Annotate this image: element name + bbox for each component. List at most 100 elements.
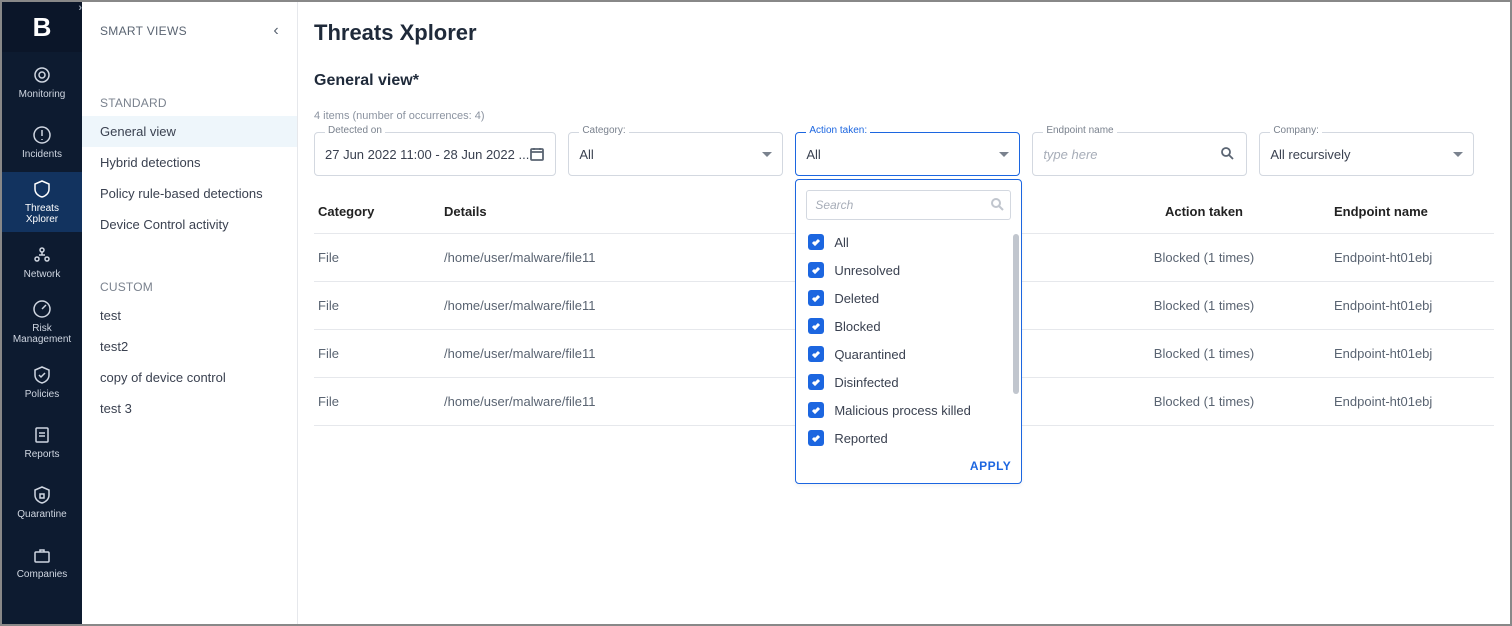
checkbox-checked-icon: [808, 262, 824, 278]
dropdown-option-blocked[interactable]: Blocked: [806, 312, 1009, 340]
filter-label: Detected on: [325, 125, 385, 136]
nav-label: Incidents: [22, 149, 62, 160]
sv-section-standard: STANDARD: [82, 86, 297, 116]
nav-threats-xplorer[interactable]: Threats Xplorer: [2, 172, 82, 232]
search-icon: [990, 197, 1004, 211]
calendar-icon: [529, 146, 545, 162]
cell-category: File: [314, 298, 444, 313]
brand-logo-letter: B: [33, 12, 52, 43]
option-label: Disinfected: [834, 375, 898, 390]
nav-policies[interactable]: Policies: [2, 352, 82, 412]
nav-reports[interactable]: Reports: [2, 412, 82, 472]
option-label: Deleted: [834, 291, 879, 306]
filter-detected-on[interactable]: Detected on 27 Jun 2022 11:00 - 28 Jun 2…: [314, 132, 556, 176]
filter-value: All: [806, 147, 993, 162]
nav-risk-management[interactable]: Risk Management: [2, 292, 82, 352]
sv-item-hybrid-detections[interactable]: Hybrid detections: [82, 147, 297, 178]
nav-label: Quarantine: [17, 509, 66, 520]
option-label: Unresolved: [834, 263, 900, 278]
smartviews-sidebar: SMART VIEWS ‹ STANDARD General view Hybr…: [82, 2, 298, 624]
option-label: Quarantined: [834, 347, 906, 362]
nav-monitoring[interactable]: Monitoring: [2, 52, 82, 112]
nav-companies[interactable]: Companies: [2, 532, 82, 592]
dropdown-option-quarantined[interactable]: Quarantined: [806, 340, 1009, 368]
filter-action-taken[interactable]: Action taken: All All Unresolved: [795, 132, 1020, 176]
option-label: Malicious process killed: [834, 403, 971, 418]
collapse-sidebar-icon[interactable]: ‹: [273, 22, 279, 40]
page-title: Threats Xplorer: [314, 20, 1494, 46]
option-label: All: [834, 235, 848, 250]
dropdown-option-malicious-process-killed[interactable]: Malicious process killed: [806, 396, 1009, 424]
nav-label: Network: [24, 269, 61, 280]
nav-label: Companies: [17, 569, 68, 580]
sv-item-copy-device-control[interactable]: copy of device control: [82, 362, 297, 393]
smartviews-title: SMART VIEWS: [100, 24, 187, 38]
dropdown-option-deleted[interactable]: Deleted: [806, 284, 1009, 312]
chevron-down-icon: [999, 152, 1009, 157]
checkbox-checked-icon: [808, 430, 824, 446]
cell-endpoint: Endpoint-ht01ebj: [1334, 394, 1494, 409]
option-label: Reported: [834, 431, 887, 446]
dropdown-option-list: All Unresolved Deleted Blocked: [806, 228, 1011, 452]
checkbox-checked-icon: [808, 402, 824, 418]
chevron-down-icon: [1453, 152, 1463, 157]
cell-action-taken: Blocked (1 times): [1074, 394, 1334, 409]
checkbox-checked-icon: [808, 290, 824, 306]
checkbox-checked-icon: [808, 234, 824, 250]
cell-endpoint: Endpoint-ht01ebj: [1334, 346, 1494, 361]
filter-value: All recursively: [1270, 147, 1447, 162]
action-taken-dropdown: All Unresolved Deleted Blocked: [795, 179, 1022, 484]
alert-icon: [32, 125, 52, 145]
nav-incidents[interactable]: Incidents: [2, 112, 82, 172]
cell-endpoint: Endpoint-ht01ebj: [1334, 250, 1494, 265]
sv-item-test[interactable]: test: [82, 300, 297, 331]
checkbox-checked-icon: [808, 318, 824, 334]
main-content: Threats Xplorer General view* 4 items (n…: [298, 2, 1510, 624]
dropdown-option-all[interactable]: All: [806, 228, 1009, 256]
option-label: Blocked: [834, 319, 880, 334]
apply-button[interactable]: APPLY: [970, 459, 1011, 473]
sv-item-policy-rule-detections[interactable]: Policy rule-based detections: [82, 178, 297, 209]
filter-placeholder: type here: [1043, 147, 1220, 162]
cell-action-taken: Blocked (1 times): [1074, 250, 1334, 265]
results-count: 4 items (number of occurrences: 4): [314, 110, 1494, 122]
filter-company[interactable]: Company: All recursively: [1259, 132, 1474, 176]
scrollbar-thumb[interactable]: [1013, 234, 1019, 394]
rail-expand-chevron-icon[interactable]: ›: [78, 2, 82, 14]
filter-label: Company:: [1270, 125, 1322, 136]
filter-label: Endpoint name: [1043, 125, 1116, 136]
dropdown-option-unresolved[interactable]: Unresolved: [806, 256, 1009, 284]
sv-item-general-view[interactable]: General view: [82, 116, 297, 147]
network-icon: [32, 245, 52, 265]
filter-value: 27 Jun 2022 11:00 - 28 Jun 2022 ...: [325, 147, 529, 162]
search-icon: [1220, 146, 1236, 162]
cell-action-taken: Blocked (1 times): [1074, 298, 1334, 313]
shield-icon: [32, 179, 52, 199]
sv-item-test2[interactable]: test2: [82, 331, 297, 362]
view-title: General view*: [314, 72, 1494, 90]
nav-label: Reports: [24, 449, 59, 460]
column-header-endpoint-name[interactable]: Endpoint name: [1334, 204, 1494, 219]
sv-item-device-control[interactable]: Device Control activity: [82, 209, 297, 240]
gauge-icon: [32, 299, 52, 319]
cell-category: File: [314, 250, 444, 265]
nav-label: Risk Management: [13, 323, 71, 345]
nav-quarantine[interactable]: Quarantine: [2, 472, 82, 532]
column-header-category[interactable]: Category: [314, 204, 444, 219]
filter-category[interactable]: Category: All: [568, 132, 783, 176]
cell-action-taken: Blocked (1 times): [1074, 346, 1334, 361]
dropdown-search-input[interactable]: [806, 190, 1011, 220]
nav-network[interactable]: Network: [2, 232, 82, 292]
dropdown-option-disinfected[interactable]: Disinfected: [806, 368, 1009, 396]
nav-label: Monitoring: [19, 89, 66, 100]
filter-bar: Detected on 27 Jun 2022 11:00 - 28 Jun 2…: [314, 132, 1494, 176]
sv-item-test3[interactable]: test 3: [82, 393, 297, 424]
column-header-action-taken[interactable]: Action taken: [1074, 204, 1334, 219]
cell-endpoint: Endpoint-ht01ebj: [1334, 298, 1494, 313]
shield-check-icon: [32, 365, 52, 385]
cell-category: File: [314, 346, 444, 361]
brand-logo: B ›: [2, 2, 82, 52]
nav-label: Threats Xplorer: [25, 203, 59, 225]
filter-endpoint-name[interactable]: Endpoint name type here: [1032, 132, 1247, 176]
dropdown-option-reported[interactable]: Reported: [806, 424, 1009, 452]
